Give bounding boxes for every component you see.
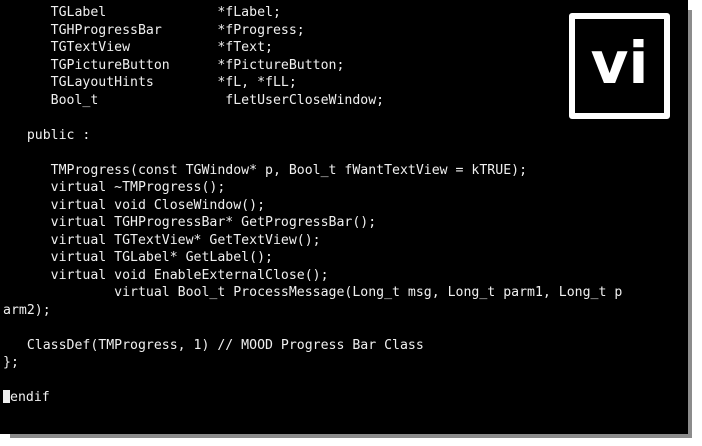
- code-line: TGTextView *fText;: [3, 40, 273, 55]
- vi-editor-terminal[interactable]: TGLabel *fLabel; TGHProgressBar *fProgre…: [0, 0, 688, 434]
- code-line: virtual TGHProgressBar* GetProgressBar()…: [3, 215, 377, 230]
- code-line: TGPictureButton *fPictureButton;: [3, 57, 345, 73]
- code-line: virtual Bool_t ProcessMessage(Long_t msg…: [3, 285, 623, 300]
- code-line: virtual TGLabel* GetLabel();: [3, 250, 273, 265]
- vi-logo-text: vi: [590, 29, 649, 97]
- code-line: ClassDef(TMProgress, 1) // MOOD Progress…: [3, 337, 424, 353]
- code-buffer[interactable]: TGLabel *fLabel; TGHProgressBar *fProgre…: [3, 4, 622, 407]
- code-line: Bool_t fLetUserCloseWindow;: [3, 92, 385, 108]
- code-line: public :: [3, 127, 91, 143]
- cursor-line-text: endif: [10, 390, 50, 405]
- code-line: };: [3, 355, 19, 370]
- code-line: virtual void CloseWindow();: [3, 197, 266, 213]
- code-line: virtual void EnableExternalClose();: [3, 267, 329, 283]
- vi-logo-badge: vi: [569, 13, 670, 119]
- code-line: TGHProgressBar *fProgress;: [3, 22, 305, 38]
- code-line: TGLabel *fLabel;: [3, 5, 281, 20]
- code-line: virtual TGTextView* GetTextView();: [3, 232, 321, 248]
- text-cursor: [3, 390, 10, 403]
- code-line: virtual ~TMProgress();: [3, 180, 226, 195]
- code-line-with-cursor: endif: [3, 389, 622, 407]
- code-line: TMProgress(const TGWindow* p, Bool_t fWa…: [3, 162, 528, 178]
- code-line: arm2);: [3, 302, 51, 318]
- code-line: TGLayoutHints *fL, *fLL;: [3, 75, 297, 90]
